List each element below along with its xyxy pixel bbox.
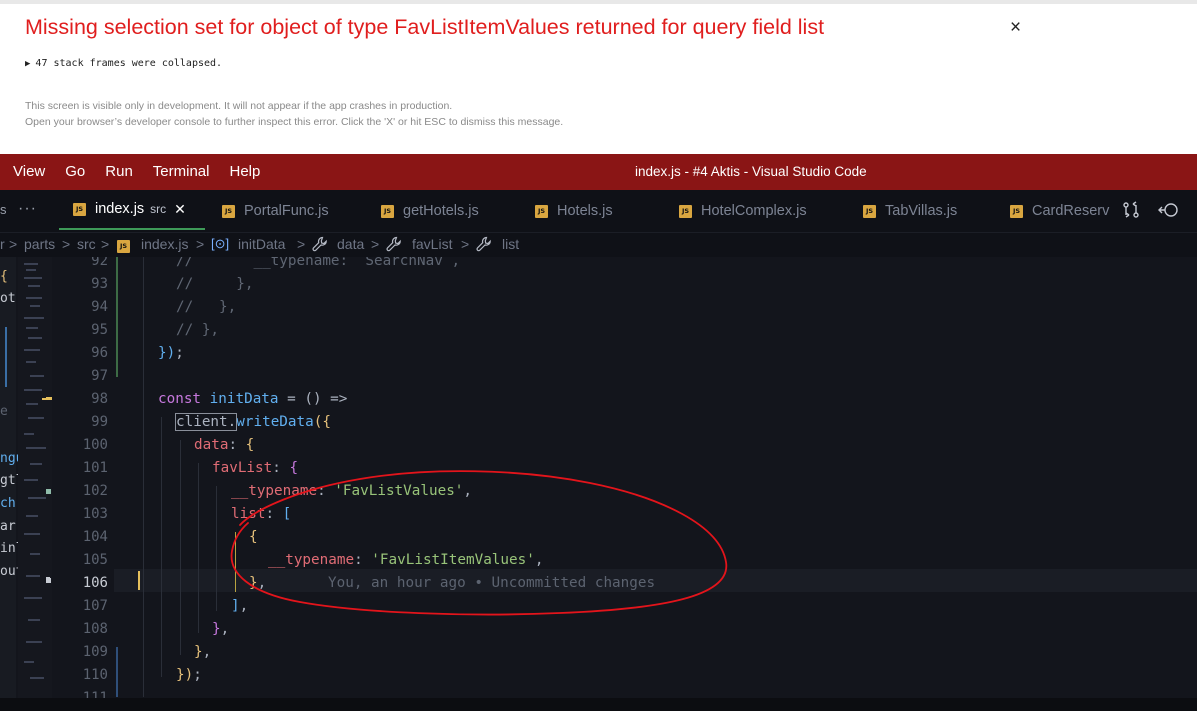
chevron-right-icon: > — [196, 236, 205, 252]
tab-label: Hotels.js — [557, 203, 613, 219]
tab-tabvillas-js[interactable]: JS TabVillas.js — [863, 190, 957, 232]
more-actions-icon[interactable]: ··· — [18, 200, 37, 218]
compare-changes-icon[interactable] — [1122, 201, 1140, 224]
tab-hotels-js[interactable]: JS Hotels.js — [535, 190, 613, 232]
chevron-right-icon: > — [9, 236, 18, 252]
symbol-variable-icon: [⊙] — [211, 236, 230, 251]
code-editor[interactable]: { ot e ngu gtl ch. ar inl out 92 93 94 9… — [0, 257, 1197, 711]
tab-description: src — [150, 202, 167, 216]
chevron-right-icon: > — [371, 236, 380, 252]
editor-tabs: s ··· JS index.js src ✕ JS PortalFunc.js… — [0, 190, 1197, 233]
wrench-icon — [476, 236, 492, 255]
chevron-right-icon: > — [461, 236, 470, 252]
breadcrumb-fragment[interactable]: r — [0, 236, 5, 252]
chevron-right-icon: > — [101, 236, 110, 252]
breadcrumb: r > parts > src > JS index.js > [⊙] init… — [0, 233, 1197, 257]
error-title: Missing selection set for object of type… — [25, 15, 825, 39]
close-icon[interactable]: × — [1010, 17, 1021, 39]
breadcrumb-file[interactable]: index.js — [141, 236, 188, 252]
tab-cardreserv[interactable]: JS CardReserv — [1010, 190, 1110, 232]
stack-frames-toggle[interactable]: ▶ 47 stack frames were collapsed. — [25, 58, 222, 69]
tab-label: index.js — [95, 201, 145, 217]
tab-index-js[interactable]: JS index.js src ✕ — [59, 190, 205, 230]
dev-note-line-1: This screen is visible only in developme… — [25, 100, 453, 112]
wrench-icon — [386, 236, 402, 255]
title-bar: View Go Run Terminal Help index.js - #4 … — [0, 154, 1197, 190]
js-file-icon: JS — [679, 204, 692, 218]
js-file-icon: JS — [1010, 204, 1023, 218]
dev-note-line-2: Open your browser’s developer console to… — [25, 116, 564, 128]
breadcrumb-parts[interactable]: parts — [24, 236, 55, 252]
error-overlay: Missing selection set for object of type… — [0, 0, 1197, 154]
tab-label: getHotels.js — [403, 203, 479, 219]
menu-help[interactable]: Help — [229, 163, 260, 180]
menu-terminal[interactable]: Terminal — [153, 163, 210, 180]
js-file-icon: JS — [381, 204, 394, 218]
chevron-right-icon: > — [297, 236, 306, 252]
tab-label: TabVillas.js — [885, 203, 958, 219]
tab-portalfunc-js[interactable]: JS PortalFunc.js — [222, 190, 329, 232]
breadcrumb-favlist[interactable]: favList — [412, 236, 452, 252]
menu-bar: View Go Run Terminal Help — [13, 163, 280, 180]
js-file-icon: JS — [73, 202, 86, 216]
editor-bottom-edge — [0, 698, 1197, 711]
overlay-top-border — [0, 0, 1197, 4]
menu-go[interactable]: Go — [65, 163, 85, 180]
breadcrumb-src[interactable]: src — [77, 236, 96, 252]
wrench-icon — [312, 236, 328, 255]
tab-label: PortalFunc.js — [244, 203, 329, 219]
tab-label: CardReserv — [1032, 203, 1110, 219]
chevron-right-icon: > — [62, 236, 71, 252]
breadcrumb-data[interactable]: data — [337, 236, 364, 252]
breadcrumb-initdata[interactable]: initData — [238, 236, 285, 252]
menu-run[interactable]: Run — [105, 163, 133, 180]
close-tab-icon[interactable]: ✕ — [174, 201, 186, 218]
stack-frames-text: 47 stack frames were collapsed. — [35, 58, 223, 69]
caret-right-icon: ▶ — [25, 59, 31, 69]
tab-fragment: s — [0, 202, 7, 217]
tab-label: HotelComplex.js — [701, 203, 807, 219]
js-file-icon: JS — [863, 204, 876, 218]
tab-gethotels-js[interactable]: JS getHotels.js — [381, 190, 479, 232]
window-title: index.js - #4 Aktis - Visual Studio Code — [635, 164, 867, 179]
menu-view[interactable]: View — [13, 163, 45, 180]
js-file-icon: JS — [222, 204, 235, 218]
go-back-icon[interactable] — [1158, 201, 1180, 224]
js-file-icon: JS — [535, 204, 548, 218]
breadcrumb-list[interactable]: list — [502, 236, 519, 252]
red-annotation-circle — [230, 470, 728, 616]
tab-hotelcomplex-js[interactable]: JS HotelComplex.js — [679, 190, 807, 232]
